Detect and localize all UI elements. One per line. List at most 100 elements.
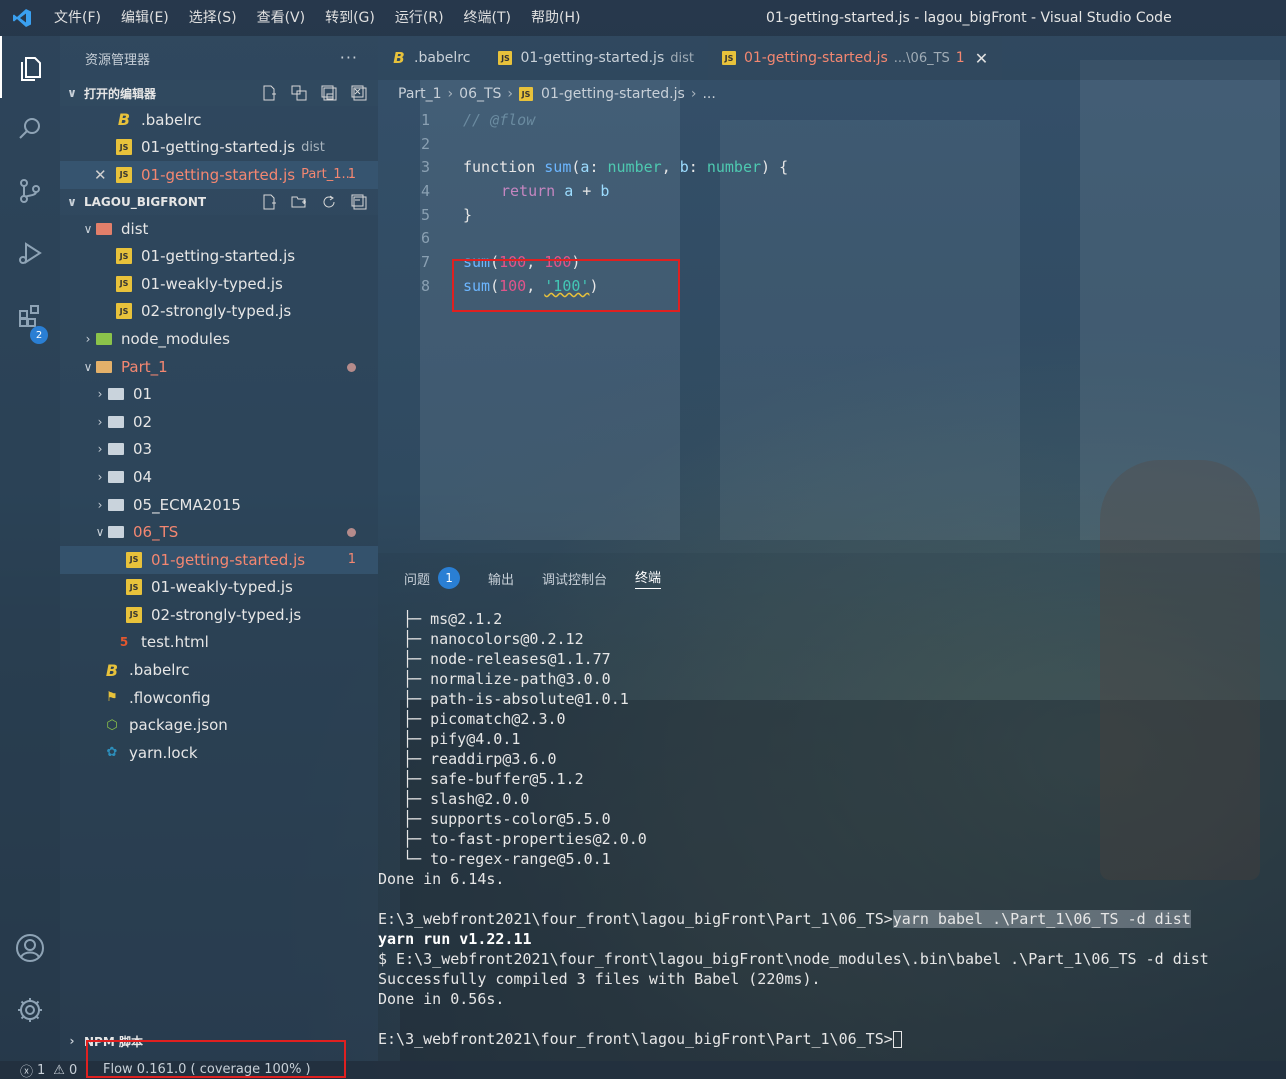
tree-item-label: 02 <box>133 412 153 431</box>
js-file-icon: JS <box>498 51 513 65</box>
tree-file[interactable]: ⬡ package.json <box>60 711 378 739</box>
babel-file-icon: B <box>105 660 119 680</box>
explorer-icon[interactable] <box>0 36 60 98</box>
error-icon: ⓧ <box>20 1064 34 1079</box>
folder-icon <box>108 441 124 457</box>
chevron-down-icon: ∨ <box>67 194 77 209</box>
menu-help[interactable]: 帮助(H) <box>521 0 590 36</box>
more-actions-icon[interactable]: ··· <box>340 48 358 67</box>
close-icon[interactable]: ✕ <box>94 166 107 184</box>
tab-getting-started-dist[interactable]: JS 01-getting-started.js dist <box>484 36 708 80</box>
tab-babelrc[interactable]: B .babelrc <box>378 36 484 80</box>
tree-file[interactable]: B .babelrc <box>60 656 378 684</box>
tree-file[interactable]: JS 02-strongly-typed.js <box>60 601 378 629</box>
breadcrumb-file[interactable]: 01-getting-started.js <box>541 86 685 102</box>
search-icon[interactable] <box>0 98 60 160</box>
tree-folder-node-modules[interactable]: › node_modules <box>60 325 378 353</box>
code-line: 2 <box>378 132 1286 156</box>
chevron-right-icon: › <box>97 497 103 512</box>
save-all-icon[interactable] <box>320 84 338 102</box>
tree-folder[interactable]: › 03 <box>60 436 378 464</box>
settings-gear-icon[interactable] <box>0 979 60 1041</box>
tree-item-label: 03 <box>133 440 153 459</box>
code-editor[interactable]: 1 // @flow 2 3 function sum(a: number, b… <box>378 108 1286 553</box>
menu-go[interactable]: 转到(G) <box>315 0 385 36</box>
tree-item-label: 01 <box>133 385 153 404</box>
warning-icon: ⚠ <box>53 1062 65 1078</box>
tab-label: 01-getting-started.js <box>743 50 888 66</box>
close-all-icon[interactable] <box>350 84 368 102</box>
breadcrumb-06-ts[interactable]: 06_TS <box>459 86 501 102</box>
menu-edit[interactable]: 编辑(E) <box>111 0 179 36</box>
tree-file[interactable]: ⚑ .flowconfig <box>60 684 378 712</box>
tree-folder[interactable]: › 01 <box>60 380 378 408</box>
chevron-right-icon: › <box>85 331 91 346</box>
tree-file[interactable]: 5 test.html <box>60 629 378 657</box>
open-editor-item-active[interactable]: ✕ JS 01-getting-started.js Part_1... 1 <box>60 161 378 189</box>
tree-item-label: .flowconfig <box>129 688 211 707</box>
new-untitled-file-icon[interactable] <box>260 84 278 102</box>
tree-folder-part1[interactable]: ∨ Part_1 <box>60 353 378 381</box>
extensions-icon[interactable]: 2 <box>0 284 60 346</box>
tree-folder[interactable]: › 04 <box>60 463 378 491</box>
terminal-line: ├─ slash@2.0.0 <box>403 790 530 808</box>
tab-problems[interactable]: 问题 1 <box>404 567 461 589</box>
menu-run[interactable]: 运行(R) <box>385 0 454 36</box>
js-file-icon: JS <box>116 275 132 292</box>
tree-item-label: 02-strongly-typed.js <box>151 605 302 624</box>
tree-file[interactable]: ✿ yarn.lock <box>60 739 378 767</box>
menu-selection[interactable]: 选择(S) <box>179 0 247 36</box>
tab-terminal[interactable]: 终端 <box>635 567 662 589</box>
problems-status[interactable]: ⓧ 1 ⚠ 0 <box>20 1061 77 1079</box>
terminal-line: yarn run v1.22.11 <box>378 930 532 948</box>
tree-file[interactable]: JS 01-weakly-typed.js <box>60 270 378 298</box>
tree-folder[interactable]: › 02 <box>60 408 378 436</box>
tab-debug-console[interactable]: 调试控制台 <box>542 569 607 588</box>
tree-folder-06-ts[interactable]: ∨ 06_TS <box>60 518 378 546</box>
tree-file[interactable]: JS 01-getting-started.js <box>60 242 378 270</box>
tree-file-active[interactable]: JS 01-getting-started.js 1 <box>60 545 378 574</box>
chevron-right-icon: › <box>97 414 103 429</box>
refresh-icon[interactable] <box>320 193 338 211</box>
tree-folder-dist[interactable]: ∨ dist <box>60 215 378 243</box>
open-editor-item[interactable]: JS 01-getting-started.js dist <box>60 134 378 162</box>
terminal-output[interactable]: ├─ ms@2.1.2 ├─ nanocolors@0.2.12 ├─ node… <box>378 609 1283 1049</box>
new-file-icon[interactable] <box>260 193 278 211</box>
collapse-all-icon[interactable] <box>350 193 368 211</box>
js-file-icon: JS <box>116 139 132 156</box>
tab-output[interactable]: 输出 <box>488 569 514 588</box>
line-number: 1 <box>420 111 430 129</box>
menu-view[interactable]: 查看(V) <box>247 0 316 36</box>
breadcrumb-part1[interactable]: Part_1 <box>398 86 442 102</box>
workspace-header[interactable]: ∨ LAGOU_BIGFRONT <box>60 188 378 215</box>
tab-getting-started-ts[interactable]: JS 01-getting-started.js ...\06_TS 1 ✕ <box>707 36 1003 80</box>
breadcrumb-symbol[interactable]: ... <box>702 86 715 102</box>
source-control-icon[interactable] <box>0 160 60 222</box>
babel-file-icon: B <box>393 49 405 67</box>
tree-item-label: 01-weakly-typed.js <box>141 274 283 293</box>
tree-item-label: dist <box>121 219 149 238</box>
folder-icon <box>108 414 124 430</box>
code-highlight-box <box>452 259 680 312</box>
tree-folder[interactable]: › 05_ECMA2015 <box>60 491 378 519</box>
close-icon[interactable]: ✕ <box>975 49 988 68</box>
account-icon[interactable] <box>0 917 60 979</box>
tree-item-label: 06_TS <box>133 523 179 542</box>
open-editors-header[interactable]: ∨ 打开的编辑器 <box>60 80 378 106</box>
flow-highlight-box <box>86 1040 346 1078</box>
menu-file[interactable]: 文件(F) <box>44 0 111 36</box>
tree-file[interactable]: JS 01-weakly-typed.js <box>60 574 378 602</box>
terminal-line: Successfully compiled 3 files with Babel… <box>378 970 821 988</box>
tree-file[interactable]: JS 02-strongly-typed.js <box>60 298 378 326</box>
explorer-title: 资源管理器 ··· <box>60 36 378 80</box>
chevron-down-icon: ∨ <box>83 221 93 236</box>
open-editor-item[interactable]: B .babelrc <box>60 106 378 134</box>
run-debug-icon[interactable] <box>0 222 60 284</box>
explorer-sidebar: 资源管理器 ··· ∨ 打开的编辑器 B .babelrc JS 01-gett… <box>60 36 378 1061</box>
menu-terminal[interactable]: 终端(T) <box>454 0 521 36</box>
new-folder-icon[interactable] <box>290 193 308 211</box>
chevron-right-icon: › <box>97 442 103 457</box>
token-keyword: return <box>501 182 556 200</box>
toggle-vertical-icon[interactable] <box>290 84 308 102</box>
terminal-cursor <box>892 1031 902 1048</box>
